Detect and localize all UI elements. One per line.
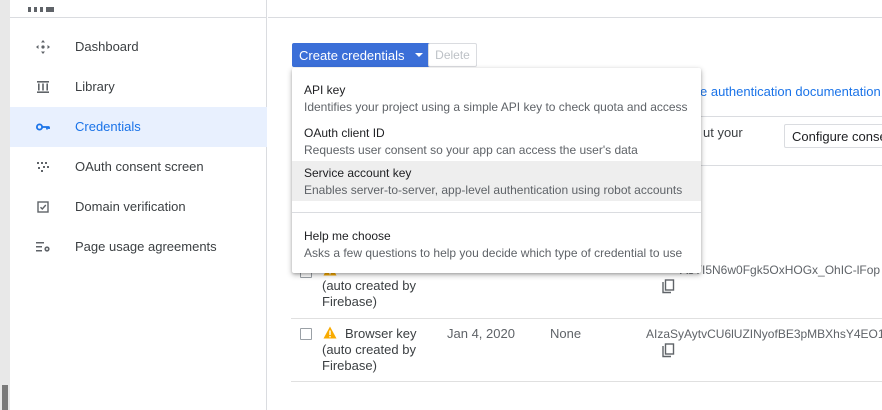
- menu-item-description: Identifies your project using a simple A…: [304, 100, 688, 114]
- menu-item-description: Asks a few questions to help you decide …: [304, 246, 683, 260]
- row-checkbox[interactable]: [300, 328, 312, 340]
- caret-down-icon: [414, 53, 423, 57]
- consent-screen-icon: [35, 159, 51, 175]
- menu-item-help-me-choose[interactable]: Help me choose Asks a few questions to h…: [292, 224, 701, 264]
- sidebar-item-dashboard[interactable]: Dashboard: [10, 27, 267, 67]
- menu-item-description: Enables server-to-server, app-level auth…: [304, 183, 683, 197]
- menu-item-title: API key: [304, 83, 346, 97]
- menu-divider: [292, 212, 701, 213]
- delete-button[interactable]: Delete: [428, 43, 477, 67]
- sidebar-header: [10, 0, 267, 18]
- sidebar-item-label: Page usage agreements: [75, 239, 217, 254]
- credential-name: Browser key (auto created by Firebase): [322, 326, 417, 374]
- api-key-value: AsYI5N6w0Fgk5OxHOGx_OhIC-lFop: [680, 263, 881, 277]
- sidebar-item-page-usage[interactable]: Page usage agreements: [10, 227, 267, 267]
- settings-list-icon: [35, 239, 51, 255]
- api-logo-icon: [28, 0, 58, 12]
- sidebar-item-label: Credentials: [75, 119, 141, 134]
- dashboard-icon: [35, 39, 51, 55]
- create-credentials-menu: API key Identifies your project using a …: [292, 68, 701, 273]
- key-icon: [35, 119, 51, 135]
- sidebar-item-oauth-consent[interactable]: OAuth consent screen: [10, 147, 267, 187]
- library-icon: [35, 79, 51, 95]
- domain-verification-icon: [35, 199, 51, 215]
- sidebar-item-domain-verification[interactable]: Domain verification: [10, 187, 267, 227]
- create-credentials-button[interactable]: Create credentials: [292, 43, 431, 67]
- menu-item-title: Service account key: [304, 166, 412, 180]
- name-line: Browser key: [345, 326, 417, 341]
- name-line: (auto created by: [322, 278, 416, 293]
- authentication-documentation-link[interactable]: e authentication documentation .: [700, 84, 882, 99]
- credential-name: (auto created by Firebase): [322, 278, 416, 310]
- window-edge: [0, 0, 10, 410]
- sidebar-item-library[interactable]: Library: [10, 67, 267, 107]
- restrictions: None: [550, 326, 582, 341]
- name-line: Firebase): [322, 294, 377, 309]
- table-row: Browser key (auto created by Firebase) J…: [291, 319, 882, 382]
- create-credentials-label: Create credentials: [299, 47, 405, 63]
- scrollbar-thumb[interactable]: [2, 385, 8, 410]
- name-line: (auto created by: [322, 342, 416, 357]
- name-line: Firebase): [322, 358, 377, 373]
- menu-item-api-key[interactable]: API key Identifies your project using a …: [292, 78, 701, 118]
- menu-item-title: Help me choose: [304, 229, 391, 243]
- sidebar-item-label: Library: [75, 79, 115, 94]
- sidebar-item-credentials[interactable]: Credentials: [10, 107, 267, 147]
- consent-banner: ut your Configure consen: [696, 116, 882, 166]
- consent-banner-text: ut your: [703, 125, 743, 140]
- copy-icon[interactable]: [661, 343, 675, 359]
- menu-item-title: OAuth client ID: [304, 126, 385, 140]
- copy-icon[interactable]: [661, 279, 675, 295]
- api-key-value: AIzaSyAytvCU6lUZINyofBE3pMBXhsY4EO1C: [646, 327, 882, 341]
- sidebar-item-label: Dashboard: [75, 39, 139, 54]
- sidebar-item-label: OAuth consent screen: [75, 159, 204, 174]
- creation-date: Jan 4, 2020: [447, 326, 515, 341]
- sidebar: Dashboard Library Credentials OAuth cons…: [10, 0, 267, 410]
- menu-item-service-account-key[interactable]: Service account key Enables server-to-se…: [292, 161, 701, 201]
- configure-consent-button[interactable]: Configure consen: [784, 124, 882, 148]
- menu-item-oauth-client-id[interactable]: OAuth client ID Requests user consent so…: [292, 121, 701, 161]
- menu-item-description: Requests user consent so your app can ac…: [304, 143, 638, 157]
- main-header: [268, 0, 882, 18]
- sidebar-item-label: Domain verification: [75, 199, 186, 214]
